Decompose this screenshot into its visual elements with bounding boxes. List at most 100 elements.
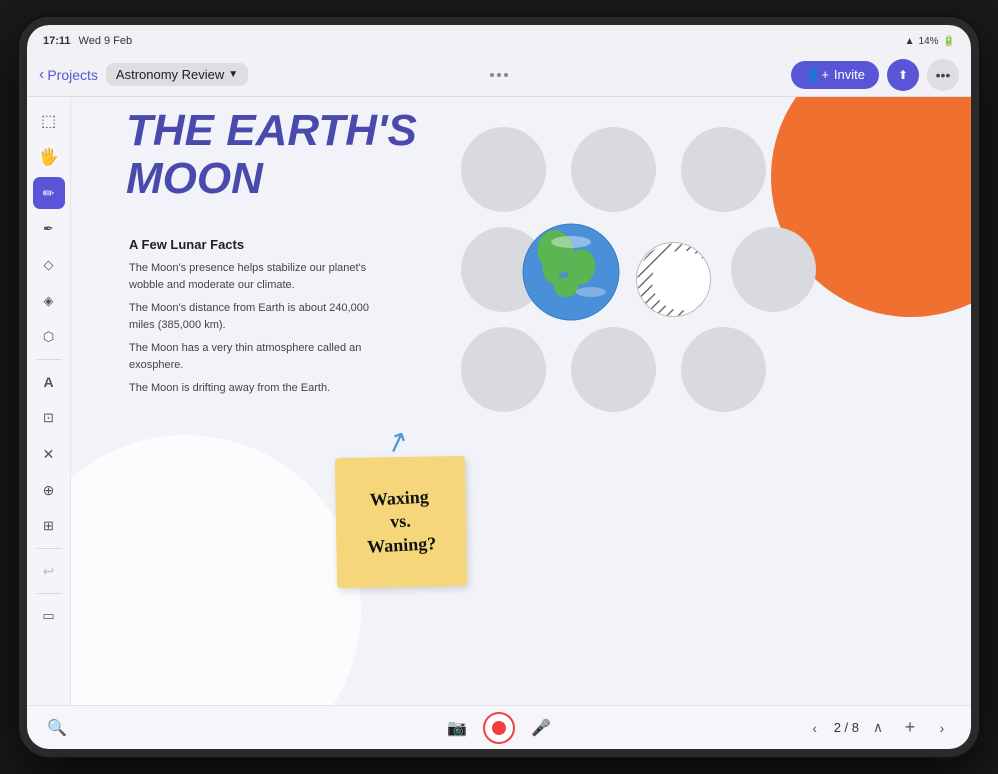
- page-prev-button[interactable]: ‹: [802, 715, 828, 741]
- page-add-button[interactable]: +: [897, 715, 923, 741]
- fill-icon: ◈: [44, 293, 54, 309]
- nav-title-pill[interactable]: Astronomy Review ▼: [106, 63, 248, 86]
- hand-tool-button[interactable]: 🖐: [33, 141, 65, 173]
- nav-right-actions: 👤+ Invite ⬆ •••: [791, 59, 959, 91]
- fact-4: The Moon is drifting away from the Earth…: [129, 380, 389, 397]
- moon-phase-2: [571, 127, 656, 212]
- select-tool-button[interactable]: ⬚: [33, 105, 65, 137]
- fill-tool-button[interactable]: ◈: [33, 285, 65, 317]
- more-icon: •••: [936, 67, 951, 83]
- status-bar: 17:11 Wed 9 Feb ▲ 14% 🔋: [27, 25, 971, 53]
- select-region-button[interactable]: ⊞: [33, 510, 65, 542]
- page-up-icon: ∧: [873, 719, 883, 736]
- nav-back-button[interactable]: ‹ Projects: [39, 66, 98, 84]
- timer-tool-button[interactable]: ⊕: [33, 474, 65, 506]
- hatch-pattern-svg: [637, 243, 711, 317]
- fact-1: The Moon's presence helps stabilize our …: [129, 260, 389, 293]
- slide-title-container: THE EARTH'S MOON: [126, 107, 417, 204]
- text-tool-button[interactable]: A: [33, 366, 65, 398]
- bottom-bar: 🔍 📷 🎤 ‹ 2 / 8: [27, 705, 971, 749]
- hand-icon: 🖐: [39, 147, 59, 167]
- toolbar-divider: [37, 359, 61, 360]
- device-screen: 17:11 Wed 9 Feb ▲ 14% 🔋 ‹ Projects Astro…: [27, 25, 971, 749]
- video-icon: 📷: [447, 718, 467, 738]
- page-info: 2 / 8: [834, 720, 859, 735]
- eraser-icon: ◇: [44, 257, 54, 273]
- sticky-note[interactable]: Waxing vs. Waning?: [335, 456, 467, 588]
- record-button[interactable]: [483, 712, 515, 744]
- sticky-note-text: Waxing vs. Waning?: [365, 485, 438, 559]
- moon-phase-6: [461, 327, 546, 412]
- page-next-icon: ›: [940, 720, 945, 736]
- pencil-icon: ✒: [43, 221, 54, 237]
- page-next-button[interactable]: ›: [929, 715, 955, 741]
- eraser-tool-button[interactable]: ◇: [33, 249, 65, 281]
- sticky-line3: Waning?: [367, 532, 437, 559]
- fact-3: The Moon has a very thin atmosphere call…: [129, 340, 389, 373]
- record-inner-dot: [492, 721, 506, 735]
- frame-tool-button[interactable]: ⊡: [33, 402, 65, 434]
- shapes-tool-button[interactable]: ⬡: [33, 321, 65, 353]
- bottom-left-controls: 🔍: [43, 714, 71, 742]
- fact-2: The Moon's distance from Earth is about …: [129, 300, 389, 333]
- select-icon: ⬚: [41, 111, 56, 131]
- earth-illustration: [521, 222, 621, 327]
- page-up-button[interactable]: ∧: [865, 715, 891, 741]
- invite-label: Invite: [834, 67, 865, 82]
- pen-icon: ✏: [43, 185, 55, 202]
- nav-bar: ‹ Projects Astronomy Review ▼ 👤+ Invite …: [27, 53, 971, 97]
- bottom-right-controls: ‹ 2 / 8 ∧ + ›: [802, 715, 955, 741]
- invite-icon: 👤+: [805, 67, 829, 83]
- moon-phase-7: [571, 327, 656, 412]
- video-button[interactable]: 📷: [443, 714, 471, 742]
- zoom-icon: 🔍: [47, 718, 67, 738]
- nav-center-dots: [490, 73, 508, 77]
- delete-icon: ✕: [43, 446, 55, 463]
- undo-icon: ↩: [43, 563, 55, 580]
- slides-panel-button[interactable]: ▭: [33, 600, 65, 632]
- zoom-button[interactable]: 🔍: [43, 714, 71, 742]
- wifi-icon: ▲: [905, 36, 915, 47]
- bottom-center-controls: 📷 🎤: [443, 712, 555, 744]
- canvas-area[interactable]: THE EARTH'S MOON A Few Lunar Facts The M…: [71, 97, 971, 705]
- back-label: Projects: [47, 67, 98, 83]
- sticky-line2: vs.: [366, 509, 436, 536]
- left-toolbar: ⬚ 🖐 ✏ ✒ ◇ ◈ ⬡: [27, 97, 71, 705]
- earth-svg: [521, 222, 621, 322]
- more-button[interactable]: •••: [927, 59, 959, 91]
- moon-phase-5: [731, 227, 816, 312]
- status-icons: ▲ 14% 🔋: [905, 36, 955, 47]
- delete-tool-button[interactable]: ✕: [33, 438, 65, 470]
- nav-title: Astronomy Review: [116, 67, 224, 82]
- moon-phase-8: [681, 327, 766, 412]
- battery-icon: 🔋: [943, 36, 955, 47]
- chevron-down-icon: ▼: [228, 69, 238, 80]
- timer-icon: ⊕: [43, 482, 55, 499]
- toolbar-divider-2: [37, 548, 61, 549]
- undo-button[interactable]: ↩: [33, 555, 65, 587]
- share-icon: ⬆: [898, 68, 908, 82]
- hatched-moon-circle: [636, 242, 711, 317]
- title-line2: MOON: [126, 155, 417, 203]
- moon-phase-1: [461, 127, 546, 212]
- mic-button[interactable]: 🎤: [527, 714, 555, 742]
- status-date: Wed 9 Feb: [79, 35, 133, 47]
- device-frame: 17:11 Wed 9 Feb ▲ 14% 🔋 ‹ Projects Astro…: [19, 17, 979, 757]
- share-button[interactable]: ⬆: [887, 59, 919, 91]
- select-region-icon: ⊞: [43, 518, 54, 534]
- record-button-container: [483, 712, 515, 744]
- moon-phase-3: [681, 127, 766, 212]
- slide-title: THE EARTH'S MOON: [126, 107, 417, 204]
- title-line1: THE EARTH'S: [126, 107, 417, 155]
- text-icon: A: [43, 374, 53, 390]
- sticky-line1: Waxing: [365, 485, 435, 512]
- pencil-tool-button[interactable]: ✒: [33, 213, 65, 245]
- facts-heading: A Few Lunar Facts: [129, 237, 389, 252]
- toolbar-divider-3: [37, 593, 61, 594]
- facts-section: A Few Lunar Facts The Moon's presence he…: [129, 237, 389, 397]
- pen-tool-button[interactable]: ✏: [33, 177, 65, 209]
- shapes-icon: ⬡: [43, 329, 54, 345]
- page-prev-icon: ‹: [812, 720, 817, 736]
- invite-button[interactable]: 👤+ Invite: [791, 61, 879, 89]
- status-time: 17:11: [43, 35, 71, 47]
